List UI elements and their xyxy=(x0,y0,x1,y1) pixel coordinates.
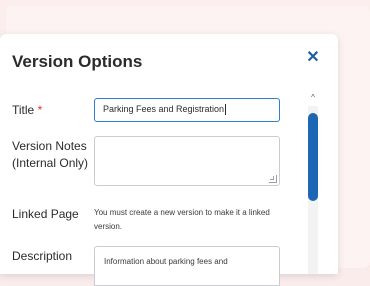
scroll-up-arrow-icon[interactable]: ^ xyxy=(308,92,318,102)
description-value: Information about parking fees and xyxy=(104,257,228,266)
title-input-value: Parking Fees and Registration xyxy=(103,104,225,114)
text-caret xyxy=(225,104,227,116)
version-options-modal: Version Options ✕ Title * Parking Fees a… xyxy=(0,34,338,286)
version-notes-textarea[interactable] xyxy=(94,136,280,186)
title-input[interactable]: Parking Fees and Registration xyxy=(94,98,280,122)
title-label-row: Title * xyxy=(12,102,42,119)
resize-handle-icon[interactable] xyxy=(269,175,277,183)
modal-title: Version Options xyxy=(12,52,143,71)
required-asterisk: * xyxy=(37,103,43,117)
version-notes-label-line2: (Internal Only) xyxy=(12,156,89,170)
version-notes-label: Version Notes (Internal Only) xyxy=(12,138,88,172)
linked-page-text: You must create a new version to make it… xyxy=(94,208,270,231)
title-label: Title xyxy=(12,103,35,117)
description-textarea[interactable]: Information about parking fees and xyxy=(94,246,280,286)
version-notes-label-line1: Version Notes xyxy=(12,139,87,153)
close-icon[interactable]: ✕ xyxy=(304,48,322,66)
linked-page-label: Linked Page xyxy=(12,207,79,221)
description-label: Description xyxy=(12,249,73,263)
scrollbar-thumb[interactable] xyxy=(308,113,318,201)
